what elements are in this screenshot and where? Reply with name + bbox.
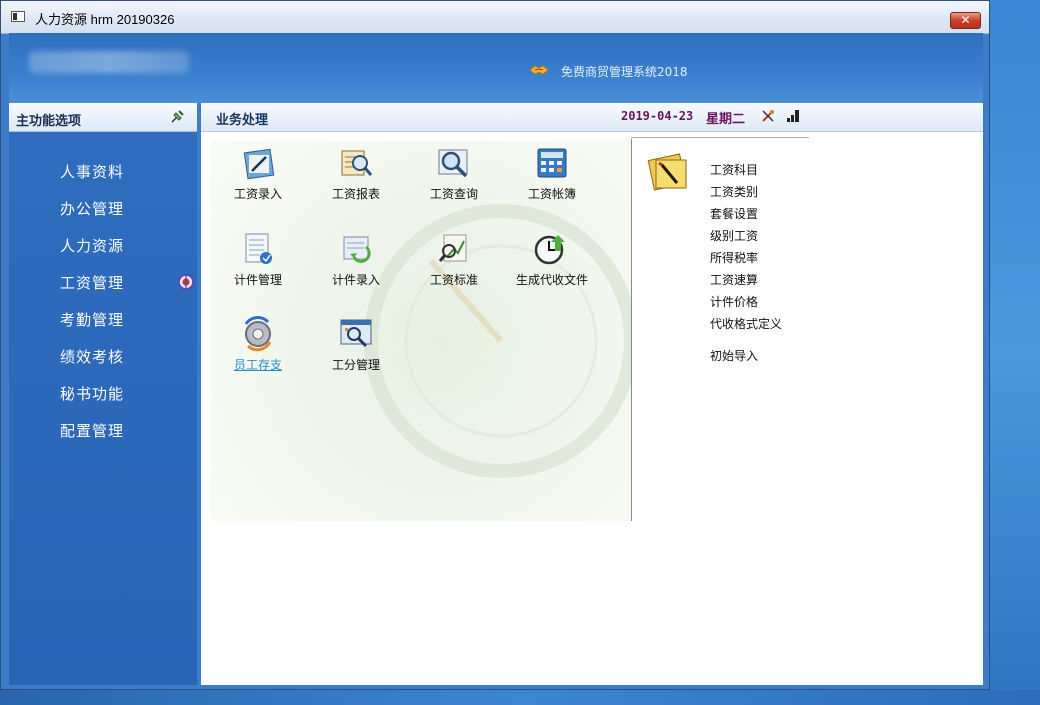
tile-piecework-manage[interactable]: 计件管理: [213, 231, 303, 288]
sidebar-item-hr[interactable]: 人力资源: [60, 235, 124, 256]
tile-salary-report[interactable]: 工资报表: [311, 145, 401, 202]
sidebar: 主功能选项 人事资料 办公管理 人力资源 工资管理 考勤管理 绩效考核 秘书功能…: [9, 103, 197, 685]
tile-salary-ledger[interactable]: 工资帐簿: [507, 145, 597, 202]
sidebar-item-attendance[interactable]: 考勤管理: [60, 309, 124, 330]
notes-icon: [647, 153, 687, 191]
salary-standard-icon: [438, 234, 467, 262]
tile-salary-query[interactable]: 工资查询: [409, 145, 499, 202]
sidebar-title: 主功能选项: [16, 114, 82, 129]
tile-salary-query-label: 工资查询: [429, 187, 478, 201]
app-window-icon: [11, 11, 25, 22]
function-tiles-panel: 工资录入 工资报表 工资查询 工资帐簿 计件管理 计件录入 工资标准 生成代收文…: [211, 141, 631, 521]
main-panel: 业务处理 2019-04-23 星期二 工资录入 工资报表 工资查询 工资帐簿 …: [201, 103, 983, 685]
tile-salary-entry-label: 工资录入: [233, 187, 282, 201]
page-title: 业务处理: [216, 113, 269, 128]
link-package-settings[interactable]: 套餐设置: [710, 205, 758, 222]
sidebar-item-salary-label: 工资管理: [60, 274, 125, 292]
tile-salary-standard[interactable]: 工资标准: [409, 231, 499, 288]
title-bar[interactable]: 人力资源 hrm 20190326 ✕: [1, 1, 989, 34]
sidebar-item-secretary[interactable]: 秘书功能: [60, 383, 124, 404]
users-icon[interactable]: [786, 108, 802, 124]
tile-workpoint-manage[interactable]: 工分管理: [311, 316, 401, 373]
tile-generate-file-label: 生成代收文件: [515, 273, 588, 287]
tile-salary-ledger-label: 工资帐簿: [527, 187, 576, 201]
tile-salary-entry[interactable]: 工资录入: [213, 145, 303, 202]
tile-salary-standard-label: 工资标准: [429, 273, 478, 287]
window-title: 人力资源 hrm 20190326: [35, 12, 175, 27]
brand-text: 免费商贸管理系统2018: [561, 65, 688, 79]
company-logo: [29, 51, 189, 73]
right-panel-top-rule: [631, 137, 809, 138]
link-initial-import[interactable]: 初始导入: [710, 347, 758, 364]
workpoint-manage-icon: [340, 319, 372, 348]
link-salary-categories[interactable]: 工资类别: [710, 183, 758, 200]
salary-query-icon: [438, 149, 468, 178]
employee-deposit-icon: [244, 316, 272, 352]
active-indicator-icon: [178, 274, 194, 290]
tile-piecework-entry[interactable]: 计件录入: [311, 231, 401, 288]
link-salary-subjects[interactable]: 工资科目: [710, 161, 758, 178]
sidebar-item-config[interactable]: 配置管理: [60, 420, 124, 441]
sidebar-item-office[interactable]: 办公管理: [60, 198, 124, 219]
link-income-tax-rate[interactable]: 所得税率: [710, 249, 758, 266]
tile-employee-deposit-label[interactable]: 员工存支: [213, 356, 303, 373]
piecework-entry-icon: [343, 236, 371, 263]
pin-icon[interactable]: [169, 109, 185, 125]
salary-entry-icon: [243, 148, 275, 180]
desktop-taskbar-edge: [0, 690, 1040, 705]
sidebar-item-performance[interactable]: 绩效考核: [60, 346, 124, 367]
tile-piecework-entry-label: 计件录入: [331, 273, 380, 287]
link-piece-price[interactable]: 计件价格: [710, 293, 758, 310]
salary-report-icon: [341, 150, 373, 176]
tile-generate-file[interactable]: 生成代收文件: [507, 231, 597, 288]
tools-icon[interactable]: [760, 108, 776, 124]
close-button[interactable]: ✕: [950, 12, 981, 29]
salary-ledger-icon: [537, 148, 567, 178]
main-header: 业务处理 2019-04-23 星期二: [201, 103, 983, 132]
desktop-background: [990, 0, 1040, 705]
panel-divider: [631, 139, 632, 521]
sidebar-item-personnel[interactable]: 人事资料: [60, 161, 124, 182]
link-grade-salary[interactable]: 级别工资: [710, 227, 758, 244]
link-collection-format[interactable]: 代收格式定义: [710, 315, 782, 332]
link-salary-quick-calc[interactable]: 工资速算: [710, 271, 758, 288]
current-weekday: 星期二: [706, 112, 746, 127]
tile-piecework-manage-label: 计件管理: [233, 273, 282, 287]
handshake-icon: [529, 65, 549, 75]
app-window: 人力资源 hrm 20190326 ✕ 免费商贸管理系统2018 主功能选项 人…: [0, 0, 990, 690]
tile-employee-deposit[interactable]: 员工存支: [213, 316, 303, 373]
header-banner: 免费商贸管理系统2018: [9, 33, 983, 103]
current-date: 2019-04-23: [621, 109, 694, 123]
tile-workpoint-manage-label: 工分管理: [331, 358, 380, 372]
sidebar-header: 主功能选项: [9, 103, 197, 132]
generate-file-icon: [534, 235, 565, 265]
piecework-manage-icon: [245, 233, 272, 264]
sidebar-item-salary[interactable]: 工资管理: [60, 272, 194, 293]
tile-salary-report-label: 工资报表: [331, 187, 380, 201]
